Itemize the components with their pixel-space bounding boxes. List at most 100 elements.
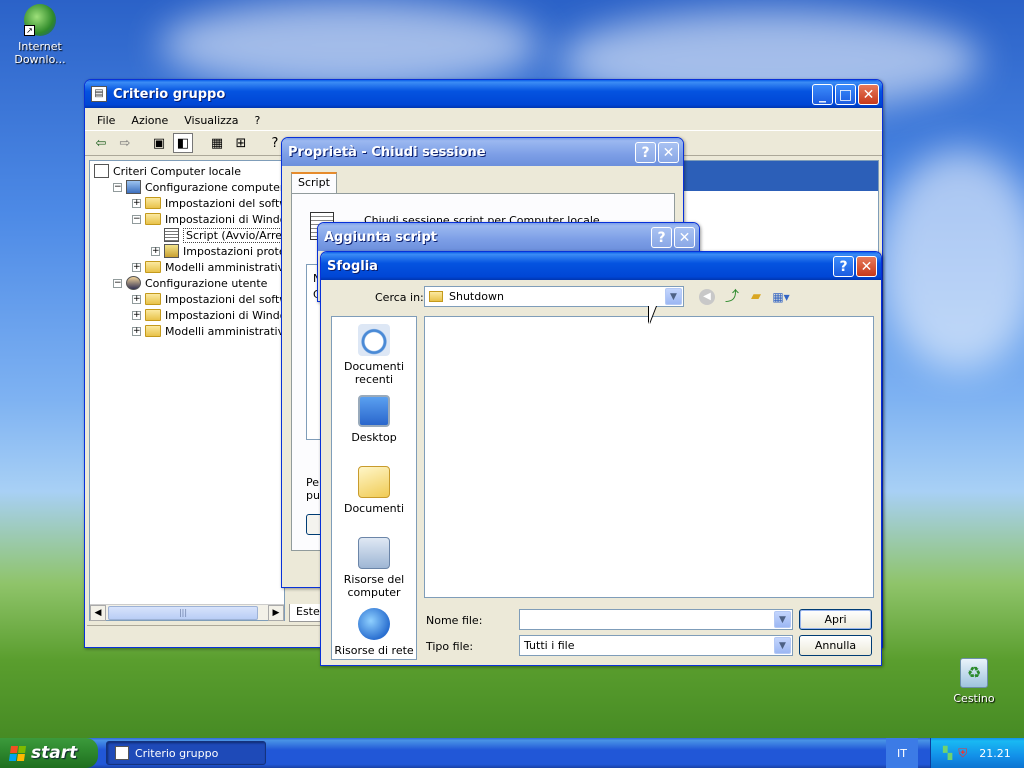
- folder-icon: [145, 325, 161, 337]
- tree-scrollbar[interactable]: ◀ ||| ▶: [90, 604, 284, 621]
- desktop-icon-internet-download[interactable]: ↗ Internet Downlo...: [2, 4, 78, 66]
- policy-tree[interactable]: Criteri Computer locale − Configurazione c…: [89, 160, 285, 621]
- folder-icon: [145, 293, 161, 305]
- place-network[interactable]: Risorse di rete: [333, 608, 415, 657]
- tree-item[interactable]: + Impostazioni del software: [132, 195, 284, 211]
- expand-icon[interactable]: +: [132, 262, 141, 272]
- menu-visualizza[interactable]: Visualizza: [176, 114, 246, 127]
- task-label: Criterio gruppo: [135, 746, 219, 760]
- folder-icon: [145, 197, 161, 209]
- cancel-button[interactable]: Annulla: [799, 635, 872, 656]
- dropdown-button[interactable]: ▼: [774, 637, 791, 654]
- file-list[interactable]: [424, 316, 874, 598]
- start-button[interactable]: start: [0, 738, 98, 768]
- title-bar[interactable]: ▤ Criterio gruppo _ □ ✕: [85, 80, 882, 108]
- help-button[interactable]: ?: [651, 227, 672, 248]
- look-in-value: Shutdown: [449, 290, 504, 303]
- minimize-button[interactable]: _: [812, 84, 833, 105]
- menu-file[interactable]: File: [89, 114, 123, 127]
- title-bar[interactable]: Aggiunta script ? ✕: [318, 223, 699, 251]
- back-button[interactable]: ◀: [699, 289, 715, 305]
- up-one-level-button[interactable]: ▣: [149, 133, 169, 153]
- tree-item[interactable]: + Impostazioni del software: [132, 291, 284, 307]
- title-bar[interactable]: Proprietà - Chiudi sessione ? ✕: [282, 138, 683, 166]
- filetype-combo[interactable]: Tutti i file ▼: [519, 635, 793, 656]
- maximize-button[interactable]: □: [835, 84, 856, 105]
- properties-button[interactable]: ▦: [207, 133, 227, 153]
- expand-icon[interactable]: +: [132, 326, 141, 336]
- tree-item[interactable]: Criteri Computer locale: [94, 163, 241, 179]
- close-button[interactable]: ✕: [858, 84, 879, 105]
- network-places-icon: [358, 608, 390, 640]
- scroll-right-button[interactable]: ▶: [268, 605, 284, 621]
- network-icon[interactable]: ▚: [943, 746, 952, 760]
- chevron-down-icon: ▼: [779, 640, 786, 651]
- filename-input[interactable]: [524, 613, 764, 626]
- back-arrow-icon: ◀: [703, 291, 711, 302]
- dropdown-button[interactable]: ▼: [774, 611, 791, 628]
- my-documents-icon: [358, 466, 390, 498]
- internet-download-icon: ↗: [24, 4, 56, 36]
- tree-item-label: Impostazioni di Windows: [165, 212, 284, 226]
- close-button[interactable]: ✕: [674, 227, 695, 248]
- script-icon: [164, 228, 179, 242]
- up-folder-button[interactable]: ⤴: [723, 288, 741, 306]
- look-in-label: Cerca in:: [375, 291, 424, 304]
- app-icon: [115, 746, 129, 760]
- task-button[interactable]: Criterio gruppo: [106, 741, 266, 765]
- help-button[interactable]: ?: [833, 256, 854, 277]
- tree-item[interactable]: + Impostazioni di Windows: [132, 307, 284, 323]
- app-icon: ▤: [91, 86, 107, 102]
- folder-icon: [145, 213, 161, 225]
- collapse-icon[interactable]: −: [132, 214, 141, 224]
- place-label: Risorse del computer: [343, 573, 405, 599]
- filename-label: Nome file:: [426, 614, 483, 627]
- security-shield-icon[interactable]: ⛨: [958, 746, 967, 761]
- windows-logo-icon: [8, 745, 27, 761]
- back-button[interactable]: ⇦: [91, 133, 111, 153]
- desktop-icon-recycle-bin[interactable]: ♻ Cestino: [936, 658, 1012, 705]
- user-icon: [126, 276, 141, 290]
- language-indicator[interactable]: IT: [886, 738, 918, 768]
- dropdown-button[interactable]: ▼: [665, 288, 682, 305]
- show-hide-tree-button[interactable]: ◧: [173, 133, 193, 153]
- help-button[interactable]: ?: [635, 142, 656, 163]
- tree-item[interactable]: + Modelli amministrativi: [132, 259, 284, 275]
- tree-item[interactable]: + Modelli amministrativi: [132, 323, 284, 339]
- tree-item[interactable]: − Configurazione computer: [113, 179, 284, 195]
- desktop-icon: [358, 395, 390, 427]
- expand-icon[interactable]: +: [151, 246, 160, 256]
- filename-combo[interactable]: ▼: [519, 609, 793, 630]
- expand-icon[interactable]: +: [132, 310, 141, 320]
- forward-arrow-icon: ⇨: [119, 135, 131, 151]
- tree-item-label: Configurazione utente: [145, 276, 268, 290]
- tree-item[interactable]: + Impostazioni protezione: [151, 243, 284, 259]
- collapse-icon[interactable]: −: [113, 278, 122, 288]
- scroll-thumb[interactable]: |||: [108, 606, 258, 620]
- look-in-combo[interactable]: Shutdown ▼: [424, 286, 684, 307]
- expand-icon[interactable]: +: [132, 198, 141, 208]
- new-folder-button[interactable]: ▰: [747, 288, 765, 306]
- open-button-label: Apri: [824, 613, 847, 626]
- export-icon: ⊞: [235, 135, 247, 151]
- place-documents[interactable]: Documenti: [333, 466, 415, 515]
- title-bar[interactable]: Sfoglia ? ✕: [321, 252, 881, 280]
- close-button[interactable]: ✕: [658, 142, 679, 163]
- tree-item[interactable]: Script (Avvio/Arresto): [151, 227, 284, 243]
- scroll-left-button[interactable]: ◀: [90, 605, 106, 621]
- open-button[interactable]: Apri: [799, 609, 872, 630]
- collapse-icon[interactable]: −: [113, 182, 122, 192]
- expand-icon[interactable]: +: [132, 294, 141, 304]
- menu-azione[interactable]: Azione: [123, 114, 176, 127]
- menu-help[interactable]: ?: [246, 114, 268, 127]
- place-desktop[interactable]: Desktop: [333, 395, 415, 444]
- place-my-computer[interactable]: Risorse del computer: [333, 537, 415, 599]
- close-button[interactable]: ✕: [856, 256, 877, 277]
- view-menu-button[interactable]: ▦▾: [769, 288, 793, 306]
- export-list-button[interactable]: ⊞: [231, 133, 251, 153]
- place-recent[interactable]: Documenti recenti: [333, 324, 415, 386]
- tree-item[interactable]: − Impostazioni di Windows: [132, 211, 284, 227]
- forward-button[interactable]: ⇨: [115, 133, 135, 153]
- tab-script[interactable]: Script: [291, 172, 337, 194]
- tree-item[interactable]: − Configurazione utente: [113, 275, 267, 291]
